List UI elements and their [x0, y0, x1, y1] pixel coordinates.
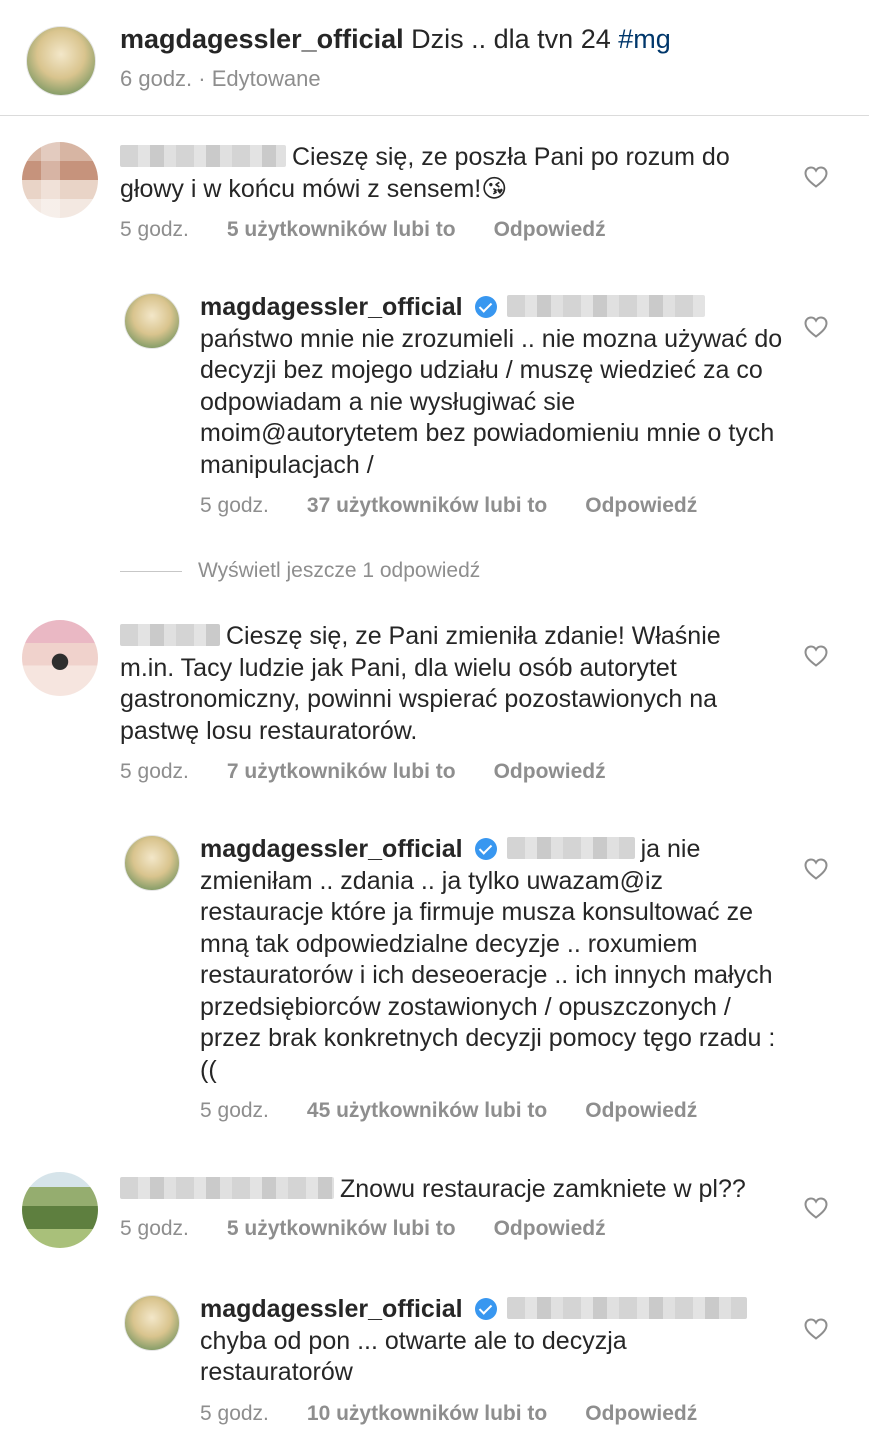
redacted-username[interactable] [120, 145, 286, 167]
reply-button[interactable]: Odpowiedź [585, 1099, 697, 1122]
likes-count[interactable]: 7 użytkowników lubi to [227, 760, 456, 783]
comment-text: Cieszę się, ze poszła Pani po rozum do g… [120, 143, 730, 203]
comment-meta: 5 godz. 7 użytkowników lubi to Odpowiedź [120, 758, 606, 786]
reply-button[interactable]: Odpowiedź [585, 1402, 697, 1425]
likes-count[interactable]: 10 użytkowników lubi to [307, 1402, 547, 1425]
reply-button[interactable]: Odpowiedź [494, 1217, 606, 1240]
reply-button[interactable]: Odpowiedź [494, 760, 606, 783]
view-more-line [120, 570, 182, 572]
comment-time: 5 godz. [120, 218, 189, 241]
comment-time: 5 godz. [200, 494, 269, 517]
comment-time: 5 godz. [200, 1099, 269, 1122]
reply-meta: 5 godz. 45 użytkowników lubi to Odpowiedź [200, 1097, 697, 1125]
likes-count[interactable]: 45 użytkowników lubi to [307, 1099, 547, 1122]
verified-badge-icon [474, 1298, 497, 1320]
reply-author-avatar[interactable] [124, 293, 180, 349]
post-meta: 6 godz. · Edytowane [120, 64, 321, 94]
reply-text: magdagessler_official ja nie zmieniłam ..… [200, 835, 776, 1084]
redacted-mention[interactable] [506, 1297, 747, 1319]
comment-meta: 5 godz. 5 użytkowników lubi to Odpowiedź [120, 216, 606, 244]
likes-count[interactable]: 37 użytkowników lubi to [307, 494, 547, 517]
redacted-username[interactable] [120, 624, 220, 646]
meta-separator: · [198, 66, 206, 91]
post-edited-label: Edytowane [211, 66, 321, 91]
comment-text: Znowu restauracje zamkniete w pl?? [120, 1174, 800, 1206]
redacted-username[interactable] [120, 1177, 334, 1199]
reply-author-username[interactable]: magdagessler_official [200, 293, 463, 321]
heart-icon[interactable] [804, 858, 828, 880]
kiss-emoji: 😘 [481, 174, 508, 203]
post-hashtag[interactable]: #mg [618, 24, 671, 54]
verified-badge-icon [474, 838, 497, 860]
reply-author-avatar[interactable] [124, 835, 180, 891]
heart-icon[interactable] [804, 645, 828, 667]
reply-author-avatar[interactable] [124, 1295, 180, 1351]
redacted-mention[interactable] [506, 837, 635, 859]
post-time: 6 godz. [120, 66, 193, 91]
commenter-avatar[interactable] [22, 1172, 98, 1248]
reply-text: magdagessler_official państwo mnie nie z… [200, 293, 783, 479]
post-caption-text: Dzis .. dla tvn 24 [411, 24, 611, 54]
comment-time: 5 godz. [200, 1402, 269, 1425]
heart-icon[interactable] [804, 1197, 828, 1219]
reply-button[interactable]: Odpowiedź [585, 494, 697, 517]
reply-button[interactable]: Odpowiedź [494, 218, 606, 241]
comment-time: 5 godz. [120, 1217, 189, 1240]
reply-text: magdagessler_official chyba od pon ... o… [200, 1294, 760, 1389]
post-caption: magdagessler_official Dzis .. dla tvn 24… [120, 22, 671, 56]
post-author-avatar[interactable] [26, 26, 96, 96]
view-more-replies[interactable]: Wyświetl jeszcze 1 odpowiedź [120, 557, 480, 585]
reply-author-username[interactable]: magdagessler_official [200, 1295, 463, 1323]
redacted-mention[interactable] [506, 295, 705, 317]
likes-count[interactable]: 5 użytkowników lubi to [227, 218, 456, 241]
heart-icon[interactable] [804, 1318, 828, 1340]
comment-text: Cieszę się, ze Pani zmieniła zdanie! Wła… [120, 622, 721, 745]
comment-time: 5 godz. [120, 760, 189, 783]
comment-meta: 5 godz. 5 użytkowników lubi to Odpowiedź [120, 1215, 606, 1243]
header-divider [0, 115, 869, 116]
heart-icon[interactable] [804, 316, 828, 338]
reply-meta: 5 godz. 10 użytkowników lubi to Odpowiedź [200, 1400, 697, 1428]
reply-author-username[interactable]: magdagessler_official [200, 835, 463, 863]
commenter-avatar[interactable] [22, 142, 98, 218]
verified-badge-icon [474, 296, 497, 318]
reply-meta: 5 godz. 37 użytkowników lubi to Odpowiedź [200, 492, 697, 520]
post-author-username[interactable]: magdagessler_official [120, 24, 404, 54]
likes-count[interactable]: 5 użytkowników lubi to [227, 1217, 456, 1240]
heart-icon[interactable] [804, 166, 828, 188]
commenter-avatar[interactable] [22, 620, 98, 696]
